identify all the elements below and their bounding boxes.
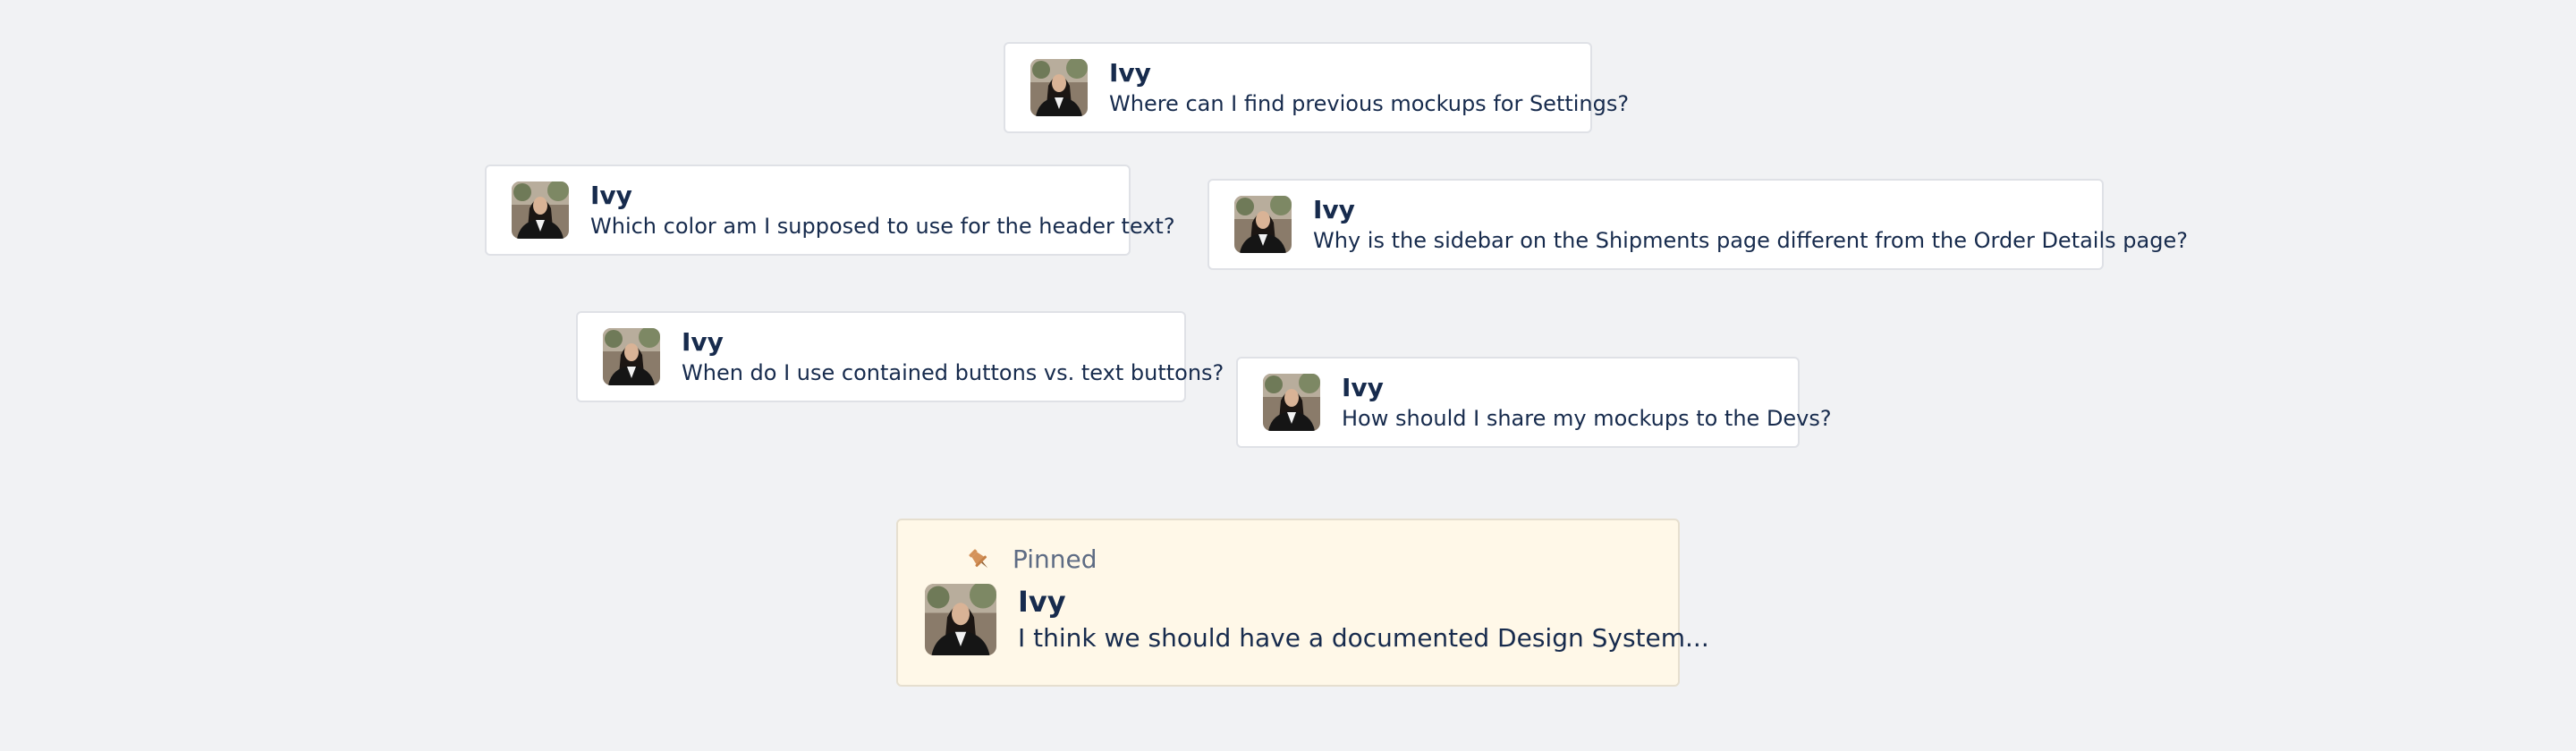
message-card[interactable]: Ivy How should I share my mockups to the… [1236,357,1832,448]
pinned-author: Ivy [1018,585,1066,619]
pinned-label: Pinned [1013,544,1097,574]
message-text: When do I use contained buttons vs. text… [682,360,1224,385]
pushpin-icon [969,549,988,569]
message-author: Ivy [682,327,724,357]
message-text: How should I share my mockups to the Dev… [1342,406,1832,431]
message-author: Ivy [590,181,632,210]
message-author: Ivy [1313,195,1355,224]
message-card[interactable]: Ivy Where can I find previous mockups fo… [1004,42,1630,133]
message-card[interactable]: Ivy When do I use contained buttons vs. … [576,311,1224,402]
message-text: Why is the sidebar on the Shipments page… [1313,228,2188,253]
message-author: Ivy [1109,58,1151,88]
message-author: Ivy [1342,373,1384,402]
avatar [1263,374,1320,431]
pinned-text: I think we should have a documented Desi… [1018,623,1709,653]
message-text: Which color am I supposed to use for the… [590,214,1175,239]
pinned-message-card[interactable]: Pinned Ivy I think we should have a docu… [896,519,1709,687]
avatar [1030,59,1088,116]
message-card[interactable]: Ivy Why is the sidebar on the Shipments … [1208,179,2188,270]
avatar [512,181,569,239]
avatar [1234,196,1292,253]
message-card[interactable]: Ivy Which color am I supposed to use for… [485,165,1175,256]
message-text: Where can I find previous mockups for Se… [1109,91,1630,116]
avatar [925,584,996,655]
pinned-header: Pinned [966,544,1097,576]
avatar [603,328,660,385]
